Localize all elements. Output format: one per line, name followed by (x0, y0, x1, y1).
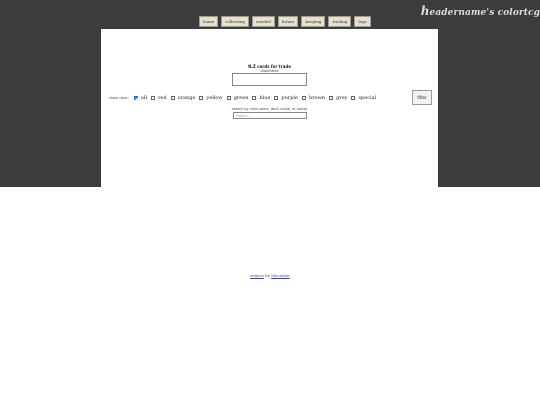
nav-keeping[interactable]: keeping (301, 16, 326, 27)
color-option-brown[interactable]: brown (302, 95, 325, 101)
footer: source by elocation (0, 273, 540, 278)
color-option-green[interactable]: green (226, 95, 249, 101)
nav-future[interactable]: future (277, 16, 299, 27)
checkbox-brown[interactable] (302, 96, 306, 100)
filter-button[interactable]: filter (412, 90, 432, 105)
checkbox-purple[interactable] (274, 96, 279, 100)
color-option-special[interactable]: special (351, 95, 376, 101)
color-label-green: green (233, 95, 249, 101)
site-title-rest: eadername's colortcg (429, 8, 540, 18)
search-label: search by card name, deck name, or serie… (231, 107, 308, 111)
color-option-blue[interactable]: blue (252, 95, 270, 101)
checkbox-all[interactable] (133, 96, 138, 100)
footer-author-link[interactable]: elocation (271, 273, 290, 278)
site-title-initial: h (420, 4, 430, 18)
color-option-purple[interactable]: purple (274, 95, 298, 101)
checkbox-red[interactable] (151, 96, 156, 100)
color-filter-row: show color: all red orange yellow green … (109, 93, 380, 103)
color-option-all[interactable]: all (133, 95, 148, 101)
show-color-label: show color: (109, 96, 129, 100)
color-label-orange: orange (177, 95, 196, 101)
color-label-brown: brown (309, 95, 326, 101)
checkbox-yellow[interactable] (199, 96, 204, 100)
color-label-red: red (158, 95, 167, 101)
color-option-orange[interactable]: orange (170, 95, 196, 101)
color-option-yellow[interactable]: yellow (199, 95, 223, 101)
duplicates-textarea[interactable] (232, 73, 307, 86)
footer-source-link[interactable]: source (250, 273, 264, 278)
checkbox-blue[interactable] (252, 96, 257, 100)
checkbox-special[interactable] (351, 96, 356, 100)
color-label-special: special (358, 95, 377, 101)
nav-trading[interactable]: trading (328, 16, 352, 27)
color-label-grey: grey (336, 95, 348, 101)
color-label-purple: purple (281, 95, 298, 101)
checkbox-green[interactable] (226, 96, 231, 100)
site-title: headername's colortcg (421, 4, 540, 18)
footer-by: by (265, 273, 270, 278)
checkbox-grey[interactable] (329, 96, 334, 100)
nav-logs[interactable]: logs (354, 16, 371, 27)
color-option-grey[interactable]: grey (329, 95, 347, 101)
color-label-blue: blue (259, 95, 271, 101)
nav-collecting[interactable]: collecting (221, 16, 249, 27)
nav-bar: home collecting needed future keeping tr… (199, 16, 371, 27)
checkbox-orange[interactable] (170, 96, 175, 100)
color-label-all: all (140, 95, 148, 101)
search-input[interactable]: search... (233, 112, 307, 119)
color-label-yellow: yellow (206, 95, 223, 101)
color-option-red[interactable]: red (151, 95, 167, 101)
nav-home[interactable]: home (199, 16, 219, 27)
nav-needed[interactable]: needed (252, 16, 275, 27)
main-panel: N.Z cards for trade duplicates show colo… (101, 29, 438, 187)
